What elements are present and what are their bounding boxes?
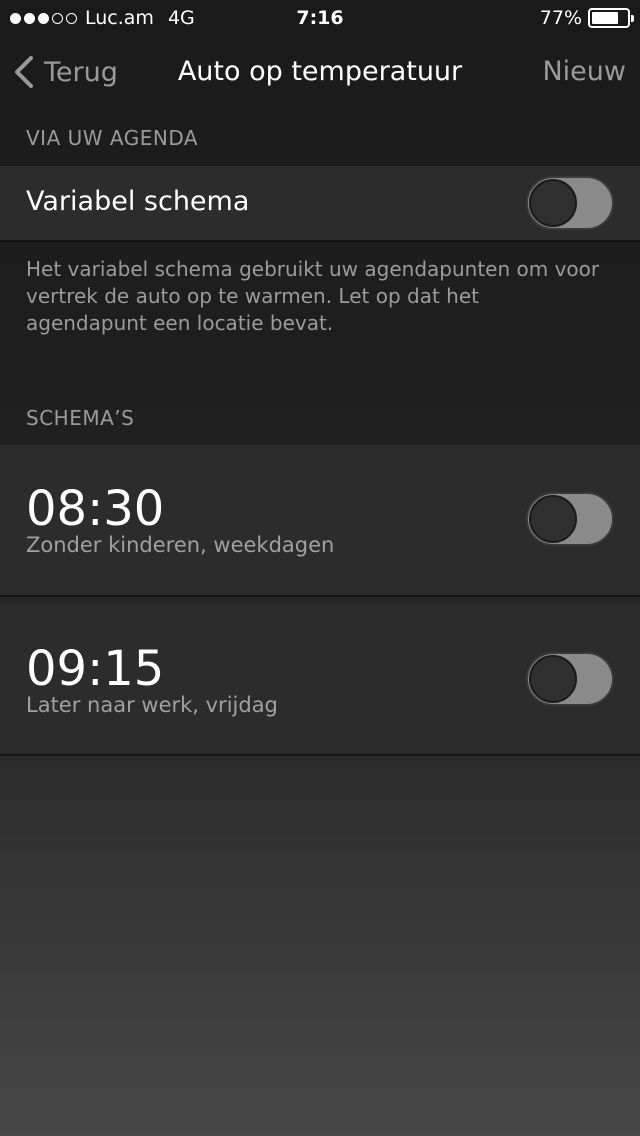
variable-schedule-label: Variabel schema [26,186,250,217]
signal-dot [24,12,35,24]
back-button-label: Terug [44,56,118,88]
signal-dot [10,12,21,24]
variable-schedule-toggle[interactable] [526,176,614,230]
nav-bar: Terug Auto op temperatuur Nieuw [0,40,640,106]
schedule-toggle[interactable] [526,492,614,546]
signal-dots-icon [10,12,77,24]
schedule-description: Later naar werk, vrijdag [26,693,278,717]
status-bar-left: Luc.am 4G [10,7,195,29]
schedule-description: Zonder kinderen, weekdagen [26,533,335,557]
battery-icon [588,8,634,28]
variable-schedule-note: Het variabel schema gebruikt uw agendapu… [26,257,600,335]
toggle-knob [529,655,577,703]
schedule-time: 09:15 [26,641,165,697]
battery-fill [592,12,619,24]
status-bar-right: 77% [539,7,634,29]
schedule-toggle[interactable] [526,652,614,706]
section-header-schedules: SCHEMA’S [26,406,135,430]
schedule-row[interactable]: 08:30 Zonder kinderen, weekdagen [0,445,640,597]
status-bar: Luc.am 4G 7:16 77% [0,0,640,40]
variable-schedule-row: Variabel schema [0,166,640,242]
new-button[interactable]: Nieuw [542,56,626,87]
schedule-row[interactable]: 09:15 Later naar werk, vrijdag [0,605,640,756]
back-button[interactable]: Terug [14,56,118,88]
section-header-agenda: VIA UW AGENDA [26,126,199,150]
schedule-time: 08:30 [26,481,165,537]
battery-percent: 77% [539,7,582,29]
signal-dot [66,12,77,24]
signal-dot [38,12,49,24]
toggle-knob [529,495,577,543]
carrier-name: Luc.am [85,7,154,29]
toggle-knob [529,179,577,227]
chevron-left-icon [15,56,33,88]
signal-dot [52,12,63,24]
network-type: 4G [167,7,195,29]
